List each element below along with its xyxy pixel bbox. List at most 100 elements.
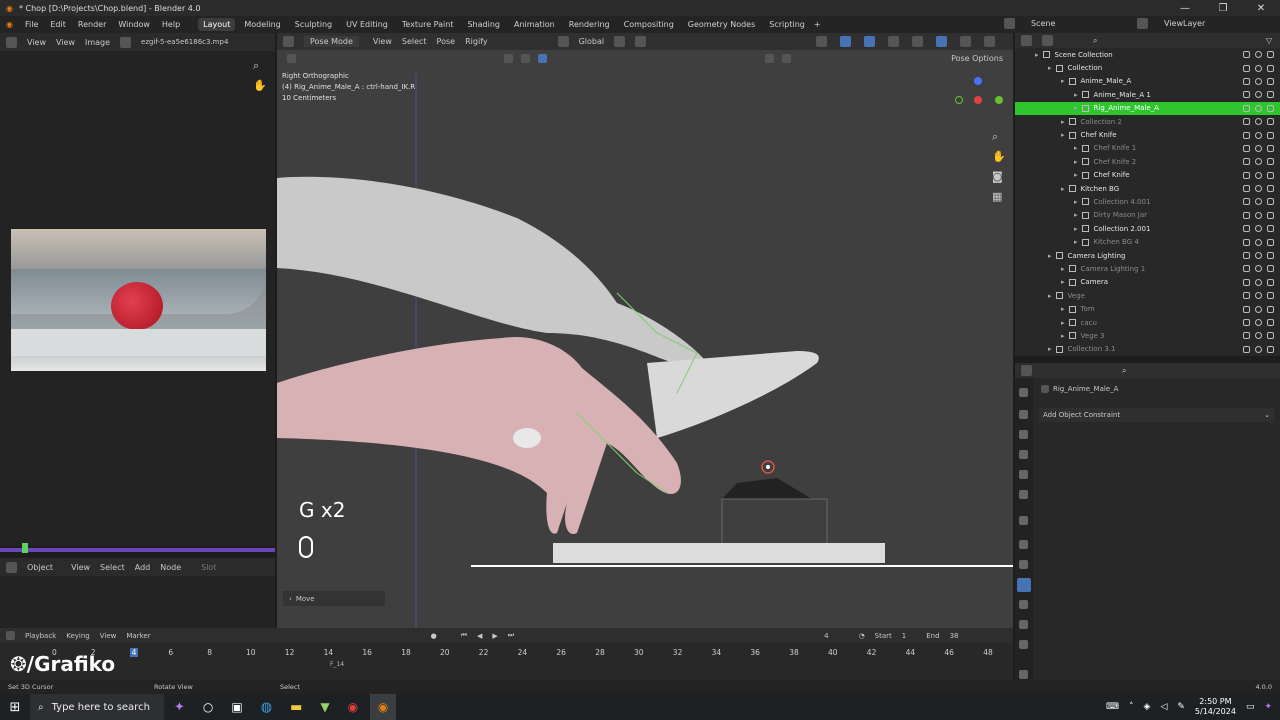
expand-arrow-icon[interactable]: ▸ (1048, 64, 1052, 72)
expand-arrow-icon[interactable]: ▸ (1061, 185, 1065, 193)
maximize-button[interactable]: ❐ (1204, 3, 1242, 14)
outliner-row[interactable]: ▸ Collection (1015, 61, 1280, 74)
node-select-menu[interactable]: Select (100, 563, 125, 572)
menu-file[interactable]: File (25, 20, 38, 29)
step-back-icon[interactable]: ◀ (477, 632, 482, 640)
exclude-checkbox[interactable] (1243, 278, 1250, 286)
file-explorer-icon[interactable]: ▬ (290, 700, 302, 715)
tab-data-icon[interactable] (1019, 670, 1028, 679)
tab-tool-icon[interactable] (1019, 388, 1028, 397)
timeline-view-menu[interactable]: View (100, 632, 117, 640)
tab-rendering[interactable]: Rendering (564, 18, 615, 31)
outliner-row[interactable]: ▸ Collection 4.001 (1015, 195, 1280, 208)
tab-modeling[interactable]: Modeling (239, 18, 285, 31)
eye-icon[interactable] (1255, 238, 1262, 246)
viewport-pan-icon[interactable]: ✋ (992, 150, 1006, 163)
editor-type-icon[interactable] (6, 36, 17, 48)
camera-icon[interactable] (1267, 238, 1274, 246)
image-menu[interactable]: Image (85, 38, 110, 47)
tab-uv-editing[interactable]: UV Editing (341, 18, 393, 31)
expand-arrow-icon[interactable]: ▸ (1061, 305, 1065, 313)
eye-icon[interactable] (1255, 91, 1262, 99)
start-frame[interactable]: 1 (902, 632, 906, 640)
outliner-row[interactable]: ▸ Anime_Male_A (1015, 75, 1280, 88)
end-frame[interactable]: 38 (950, 632, 959, 640)
tab-texture-paint[interactable]: Texture Paint (397, 18, 459, 31)
tab-output-icon[interactable] (1019, 430, 1028, 439)
expand-arrow-icon[interactable]: ▸ (1074, 238, 1078, 246)
outliner-row[interactable]: ▸ Kitchen BG 4 (1015, 235, 1280, 248)
camera-icon[interactable] (1267, 51, 1274, 59)
cortana-icon[interactable]: ○ (203, 700, 213, 714)
node-slot-dropdown[interactable]: Slot (201, 563, 216, 572)
outliner-row[interactable]: ▸ Camera Lighting (1015, 249, 1280, 262)
operator-panel[interactable]: › Move (283, 591, 385, 606)
exclude-checkbox[interactable] (1243, 118, 1250, 126)
properties-editor-type-icon[interactable] (1021, 365, 1032, 376)
copilot-icon[interactable]: ✦ (174, 700, 185, 715)
jump-end-icon[interactable]: ⏭ (508, 631, 514, 640)
app-icon-1[interactable]: ▼ (320, 700, 329, 714)
autokey-record-icon[interactable]: ● (431, 632, 437, 640)
outliner-row[interactable]: ▸ Dirty Mason Jar (1015, 209, 1280, 222)
outliner-row[interactable]: ▸ Tom (1015, 302, 1280, 315)
add-object-constraint-dropdown[interactable]: Add Object Constraint ⌄ (1039, 408, 1274, 422)
menu-help[interactable]: Help (162, 20, 180, 29)
camera-icon[interactable] (1267, 144, 1274, 152)
camera-icon[interactable] (1267, 211, 1274, 219)
eye-icon[interactable] (1255, 278, 1262, 286)
outliner-search-icon[interactable]: ⌕ (1093, 36, 1097, 46)
tab-render-icon[interactable] (1019, 410, 1028, 419)
eye-icon[interactable] (1255, 131, 1262, 139)
timeline-editor-type-icon[interactable] (6, 631, 15, 640)
camera-icon[interactable] (1267, 225, 1274, 233)
exclude-checkbox[interactable] (1243, 51, 1250, 59)
tray-chevron-icon[interactable]: ˄ (1129, 702, 1134, 712)
gizmo-z-axis[interactable] (974, 77, 982, 85)
image-filename[interactable]: ezgif-5-ea5e6186c3.mp4 (141, 38, 228, 46)
eye-icon[interactable] (1255, 198, 1262, 206)
eye-icon[interactable] (1255, 77, 1262, 85)
expand-arrow-icon[interactable]: ▸ (1061, 332, 1065, 340)
camera-icon[interactable] (1267, 171, 1274, 179)
camera-icon[interactable] (1267, 305, 1274, 313)
gizmo-x-axis[interactable] (974, 96, 982, 104)
eye-icon[interactable] (1255, 265, 1262, 273)
eye-icon[interactable] (1255, 104, 1262, 112)
menu-render[interactable]: Render (78, 20, 106, 29)
outliner-row[interactable]: ▸ Camera Lighting 1 (1015, 262, 1280, 275)
expand-arrow-icon[interactable]: ▸ (1074, 104, 1078, 112)
expand-arrow-icon[interactable]: ▸ (1074, 211, 1078, 219)
network-icon[interactable]: ◈ (1144, 702, 1151, 712)
exclude-checkbox[interactable] (1243, 345, 1250, 353)
camera-icon[interactable] (1267, 185, 1274, 193)
node-object-dropdown[interactable]: Object (27, 563, 53, 572)
expand-arrow-icon[interactable]: ▸ (1061, 319, 1065, 327)
outliner-row[interactable]: ▸ Chef Knife (1015, 128, 1280, 141)
outliner-row[interactable]: ▸ Chef Knife 1 (1015, 142, 1280, 155)
outliner-row[interactable]: ▸ Chef Knife (1015, 169, 1280, 182)
camera-icon[interactable] (1267, 345, 1274, 353)
node-node-menu[interactable]: Node (160, 563, 181, 572)
tab-physics-icon[interactable] (1019, 600, 1028, 609)
exclude-checkbox[interactable] (1243, 332, 1250, 340)
node-view-menu[interactable]: View (71, 563, 90, 572)
tab-scripting[interactable]: Scripting (764, 18, 810, 31)
eye-icon[interactable] (1255, 185, 1262, 193)
camera-icon[interactable] (1267, 265, 1274, 273)
tab-modifier-icon[interactable] (1019, 560, 1028, 569)
camera-view-icon[interactable]: ◙ (992, 170, 1003, 183)
expand-arrow-icon[interactable]: ▸ (1074, 158, 1078, 166)
app-icon-2[interactable]: ◉ (348, 700, 358, 714)
expand-arrow-icon[interactable]: ▸ (1074, 144, 1078, 152)
camera-icon[interactable] (1267, 118, 1274, 126)
blender-menu-icon[interactable]: ◉ (6, 20, 13, 29)
outliner-row[interactable]: ▸ Rig_Anime_Male_A (1015, 101, 1280, 115)
notification-icon[interactable]: ▭ (1246, 702, 1255, 712)
exclude-checkbox[interactable] (1243, 185, 1250, 193)
viewport-zoom-icon[interactable]: ⌕ (992, 130, 998, 144)
exclude-checkbox[interactable] (1243, 211, 1250, 219)
camera-icon[interactable] (1267, 104, 1274, 112)
expand-arrow-icon[interactable]: ▸ (1061, 118, 1065, 126)
eye-icon[interactable] (1255, 252, 1262, 260)
